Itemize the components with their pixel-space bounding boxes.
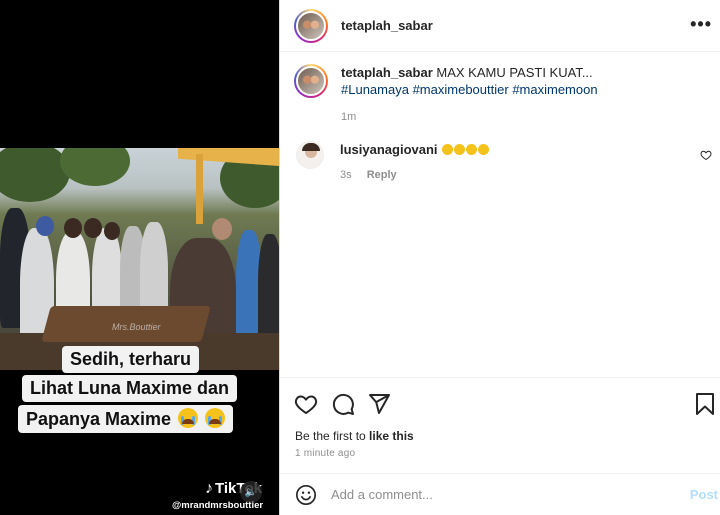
heart-icon[interactable] [294, 392, 318, 416]
video-caption-line-1: Sedih, terharu [62, 346, 200, 373]
bookmark-icon[interactable] [694, 392, 716, 416]
hashtag-link[interactable]: #maximebouttier [413, 82, 509, 97]
post-timestamp[interactable]: 1 minute ago [295, 448, 355, 459]
caption-author-avatar[interactable] [294, 64, 328, 98]
video-player[interactable]: Mrs.Bouttier Sedih, terharu Lihat Luna M… [0, 0, 279, 515]
comment-emoji-text [441, 142, 490, 157]
worried-emoji-icon [442, 144, 454, 155]
worried-emoji-icon [478, 144, 490, 155]
video-watermark: Mrs.Bouttier [112, 322, 161, 332]
reply-button[interactable]: Reply [367, 169, 397, 181]
author-username[interactable]: tetaplah_sabar [341, 18, 433, 33]
hashtag-link[interactable]: #maximemoon [512, 82, 597, 97]
tiktok-logo-icon: ♪ [205, 480, 213, 497]
worried-emoji-icon [454, 144, 466, 155]
instagram-post: Mrs.Bouttier Sedih, terharu Lihat Luna M… [0, 0, 720, 515]
commenter-username[interactable]: lusiyanagiovani [340, 142, 438, 157]
comment-item: lusiyanagiovani 3s Reply [296, 141, 712, 184]
emoji-icon[interactable] [295, 484, 317, 506]
post-side-panel: tetaplah_sabar ••• tetaplah_sabar MAX KA… [279, 0, 720, 515]
add-comment-bar: Post [280, 473, 720, 515]
post-actions-bar [280, 377, 720, 427]
comment-age[interactable]: 3s [340, 169, 352, 181]
comment-icon[interactable] [331, 392, 355, 416]
worried-emoji-icon [466, 144, 478, 155]
commenter-avatar[interactable] [296, 141, 324, 169]
tiktok-handle: @mrandmrsbouttier [172, 500, 264, 511]
like-this-link[interactable]: like this [369, 429, 414, 443]
video-caption-line-3: Papanya Maxime [18, 405, 234, 433]
post-comment-button[interactable]: Post [690, 487, 718, 502]
author-avatar[interactable] [294, 8, 328, 43]
funeral-video-frame [0, 148, 279, 370]
caption-username[interactable]: tetaplah_sabar [341, 65, 433, 80]
comment-like-heart-icon[interactable] [700, 149, 712, 161]
caption-age[interactable]: 1m [341, 109, 598, 126]
post-header: tetaplah_sabar ••• [280, 0, 720, 52]
crying-emoji-icon [178, 408, 199, 428]
caption-text: MAX KAMU PASTI KUAT... [436, 65, 593, 80]
hashtag-link[interactable]: #Lunamaya [341, 82, 409, 97]
send-icon[interactable] [367, 392, 391, 416]
video-caption-line-2: Lihat Luna Maxime dan [22, 375, 238, 402]
likes-summary: Be the first to like this [295, 429, 414, 443]
crying-emoji-icon [205, 408, 226, 428]
more-horizontal-icon[interactable]: ••• [690, 14, 712, 35]
comment-input[interactable] [331, 487, 671, 502]
post-caption: tetaplah_sabar MAX KAMU PASTI KUAT... #L… [294, 64, 710, 126]
